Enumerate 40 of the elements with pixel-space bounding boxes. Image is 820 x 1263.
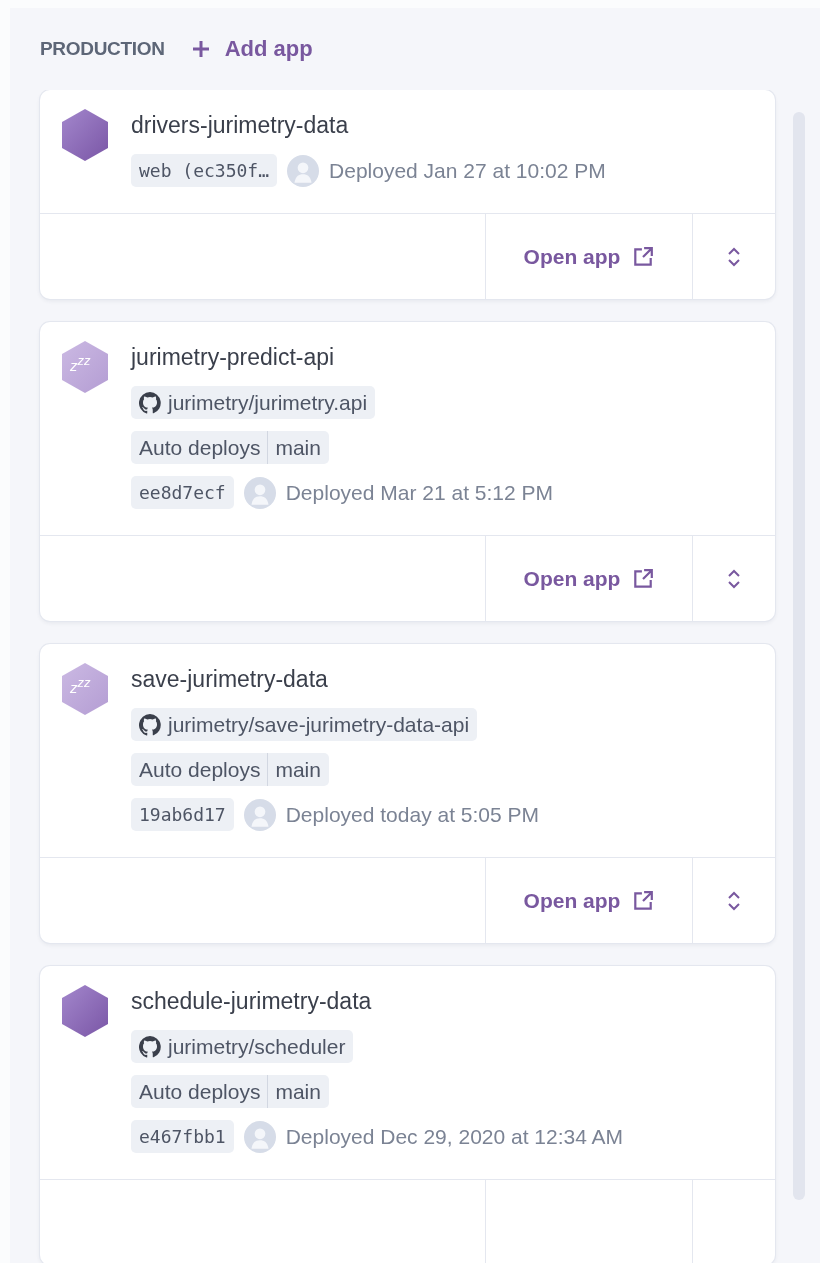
- open-app-button[interactable]: Open app: [523, 244, 655, 269]
- repo-tag[interactable]: jurimetry/save-jurimetry-data-api: [131, 708, 478, 741]
- section-title: PRODUCTION: [40, 38, 165, 60]
- external-link-icon: [632, 245, 655, 268]
- branch-label: main: [274, 757, 322, 783]
- deploy-time: Deployed Dec 29, 2020 at 12:34 AM: [285, 1124, 624, 1149]
- avatar-icon: [243, 476, 276, 509]
- avatar-icon: [243, 1120, 276, 1153]
- chevron-icon: [727, 245, 741, 268]
- auto-deploy-label: Auto deploys: [131, 1075, 269, 1108]
- auto-deploy-label: Auto deploys: [131, 753, 269, 786]
- avatar-icon: [243, 798, 276, 831]
- app-name[interactable]: schedule-jurimetry-data: [131, 984, 624, 1018]
- repo-tag[interactable]: jurimetry/scheduler: [131, 1030, 354, 1063]
- branch-label: main: [274, 435, 322, 461]
- app-name[interactable]: jurimetry-predict-api: [131, 340, 553, 374]
- commit-tag: ee8d7ecf: [131, 476, 234, 509]
- chevron-icon: [727, 889, 741, 912]
- repo-tag[interactable]: jurimetry/jurimetry.api: [131, 386, 376, 419]
- commit-tag: web (ec350f…: [131, 154, 278, 187]
- branch-label: main: [274, 1079, 322, 1105]
- github-icon: [139, 713, 161, 736]
- commit-tag: 19ab6d17: [131, 798, 234, 831]
- open-app-button[interactable]: Open app: [523, 566, 655, 591]
- commit-tag: e467fbb1: [131, 1120, 234, 1153]
- github-icon: [139, 1035, 161, 1058]
- chevron-icon: [727, 567, 741, 590]
- deploy-time: Deployed Mar 21 at 5:12 PM: [285, 480, 553, 505]
- app-name[interactable]: drivers-jurimetry-data: [131, 108, 606, 142]
- deploy-time: Deployed today at 5:05 PM: [285, 802, 540, 827]
- github-icon: [139, 391, 161, 414]
- plus-icon: [190, 39, 211, 59]
- external-link-icon: [632, 889, 655, 912]
- avatar-icon: [287, 154, 320, 187]
- app-name[interactable]: save-jurimetry-data: [131, 662, 540, 696]
- open-app-button[interactable]: Open app: [523, 888, 655, 913]
- deploy-time: Deployed Jan 27 at 10:02 PM: [329, 158, 606, 183]
- external-link-icon: [632, 567, 655, 590]
- add-app-link[interactable]: Add app: [190, 36, 313, 62]
- auto-deploy-label: Auto deploys: [131, 431, 269, 464]
